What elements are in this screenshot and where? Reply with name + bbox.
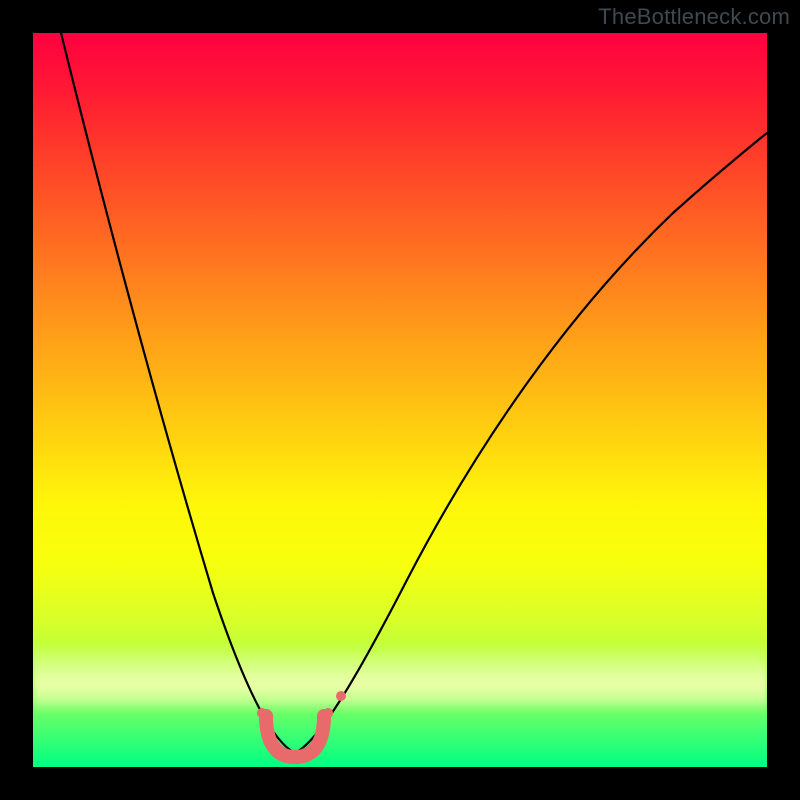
plot-area: [33, 33, 767, 767]
marker-dot-right-1: [323, 708, 333, 718]
chart-frame: TheBottleneck.com: [0, 0, 800, 800]
marker-dot-right-2: [336, 691, 346, 701]
curve-path: [61, 33, 767, 753]
watermark-text: TheBottleneck.com: [598, 4, 790, 30]
bottleneck-curve: [33, 33, 767, 767]
minimum-u-marker: [266, 716, 324, 757]
marker-dot-left: [257, 708, 267, 718]
